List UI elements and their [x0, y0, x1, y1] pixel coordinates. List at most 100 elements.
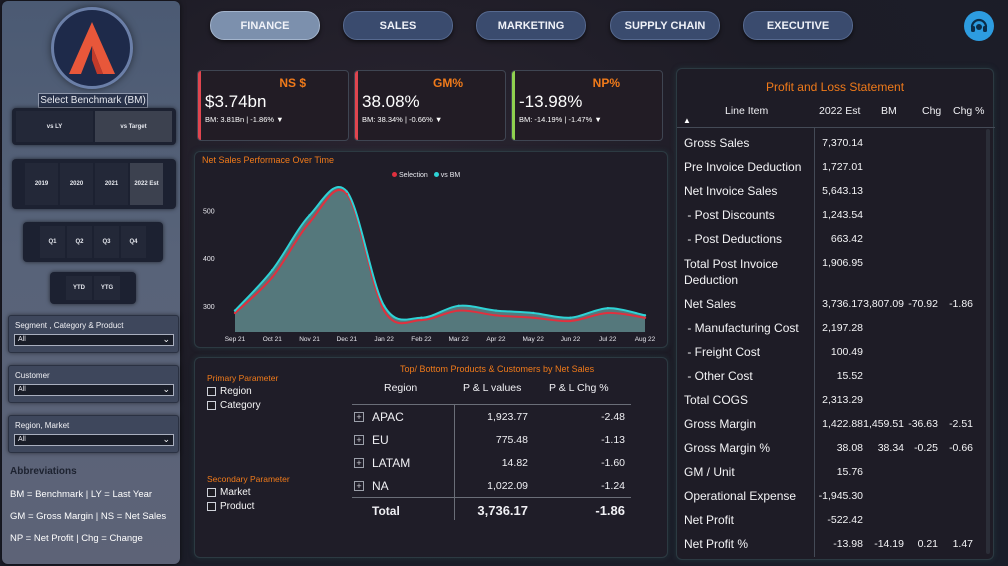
total-label: Total: [372, 504, 400, 518]
pl-header-chg: Chg: [922, 105, 942, 117]
logo-a-icon: [69, 22, 115, 74]
x-tick-label: Dec 21: [337, 336, 358, 343]
expand-plus-icon[interactable]: +: [354, 481, 364, 491]
pl-line-item: Pre Invoice Deduction: [684, 160, 802, 174]
benchmark-label: Select Benchmark (BM): [38, 93, 148, 108]
data-point-selection: [420, 318, 423, 322]
pl-header-chg-pct: Chg %: [953, 105, 985, 117]
quarter-q3-button[interactable]: Q3: [94, 226, 119, 258]
year-2021-button[interactable]: 2021: [95, 163, 128, 205]
pl-line-item: Total Post Invoice Deduction: [684, 257, 782, 287]
kpi-net-profit-card: NP% -13.98% BM: -14.19% | -1.47% ▼: [511, 70, 663, 141]
primary-parameter-label: Primary Parameter: [207, 373, 279, 383]
pl-line-item: Gross Sales: [684, 136, 750, 150]
net-sales-chart-panel: Net Sales Performace Over Time Selection…: [194, 151, 668, 348]
pl-value-est: 1,243.54: [822, 209, 863, 221]
checkbox-box: [207, 401, 216, 410]
region-chg: -1.60: [601, 457, 625, 469]
kpi-benchmark-text: BM: -14.19% | -1.47% ▼: [519, 115, 602, 124]
pl-header-line-item: Line Item: [725, 105, 769, 117]
pl-row: Total COGS 2,313.29: [677, 393, 993, 417]
pl-scrollbar[interactable]: [986, 129, 990, 554]
pl-value-est: 100.49: [830, 346, 863, 358]
tab-sales[interactable]: SALES: [343, 11, 453, 40]
year-2020-button[interactable]: 2020: [60, 163, 93, 205]
table-row[interactable]: + NA 1,022.09 -1.24: [195, 479, 667, 497]
expand-plus-icon[interactable]: +: [354, 412, 364, 422]
region-value: 1,022.09: [487, 480, 528, 492]
pl-value-est: 3,736.17: [822, 298, 863, 310]
data-point-vs-bm: [494, 309, 498, 312]
benchmark-vs-ly-button[interactable]: vs LY: [16, 111, 93, 142]
tab-supply-chain[interactable]: SUPPLY CHAIN: [610, 11, 720, 40]
pl-value-est: 7,370.14: [822, 137, 863, 149]
period-ytg-button[interactable]: YTG: [94, 276, 120, 300]
data-point-vs-bm: [643, 314, 647, 317]
data-point-vs-bm: [457, 304, 460, 308]
column-header-region: Region: [384, 382, 418, 394]
data-point-selection: [382, 309, 386, 312]
kpi-benchmark-text: BM: 38.34% | -0.66% ▼: [362, 115, 443, 124]
total-value: 3,736.17: [477, 503, 528, 518]
checkbox-label: Product: [220, 501, 255, 512]
region-name: EU: [372, 433, 389, 447]
quarter-q2-button[interactable]: Q2: [67, 226, 92, 258]
region-filter-select[interactable]: All ⌄: [14, 434, 174, 446]
data-point-selection: [308, 221, 311, 224]
pl-statement-panel: Profit and Loss Statement Line Item 2022…: [676, 68, 995, 560]
pl-value-est: -522.42: [827, 514, 863, 526]
kpi-value: $3.74bn: [205, 92, 267, 111]
year-2019-button[interactable]: 2019: [25, 163, 58, 205]
tab-executive[interactable]: EXECUTIVE: [743, 11, 853, 40]
benchmark-vs-target-button[interactable]: vs Target: [95, 111, 172, 142]
abbreviation-line: NP = Net Profit | Chg = Change: [10, 533, 143, 544]
x-tick-label: Mar 22: [449, 336, 470, 343]
pl-value-est: 15.52: [836, 370, 863, 382]
pl-line-item: Net Profit %: [684, 537, 749, 551]
expand-plus-icon[interactable]: +: [354, 435, 364, 445]
expand-plus-icon[interactable]: +: [354, 458, 364, 468]
x-tick-label: Nov 21: [299, 336, 320, 343]
period-ytd-button[interactable]: YTD: [66, 276, 92, 300]
pl-value-chg: -0.25: [914, 442, 938, 454]
region-name: LATAM: [372, 456, 411, 470]
support-headset-icon[interactable]: [964, 11, 994, 41]
region-filter: Region, Market All ⌄: [8, 415, 179, 453]
quarter-q1-button[interactable]: Q1: [40, 226, 65, 258]
segment-filter-select[interactable]: All ⌄: [14, 334, 174, 346]
tab-finance[interactable]: FINANCE: [210, 11, 320, 40]
pl-value-chgp: -2.51: [949, 418, 973, 430]
data-point-vs-bm: [569, 316, 572, 319]
x-tick-label: Jan 22: [374, 336, 394, 343]
y-tick-label: 400: [203, 256, 215, 263]
total-chg: -1.86: [595, 503, 625, 518]
quarter-q4-button[interactable]: Q4: [121, 226, 146, 258]
table-row[interactable]: + LATAM 14.82 -1.60: [195, 456, 667, 474]
region-value: 1,923.77: [487, 411, 528, 423]
data-point-vs-bm: [271, 268, 274, 272]
pl-value-chgp: 1.47: [952, 538, 973, 550]
x-tick-label: Aug 22: [635, 336, 656, 343]
pl-row: - Freight Cost 100.49: [677, 345, 993, 369]
region-filter-value: All: [18, 436, 26, 443]
secondary-product-checkbox[interactable]: Product: [207, 501, 254, 512]
company-logo: [51, 7, 133, 89]
x-tick-label: Jul 22: [599, 336, 617, 343]
tab-marketing[interactable]: MARKETING: [476, 11, 586, 40]
table-row[interactable]: + APAC 1,923.77 -2.48: [195, 410, 667, 428]
year-2022-est-button[interactable]: 2022 Est: [130, 163, 163, 205]
pl-line-item: GM / Unit: [684, 465, 735, 479]
customer-filter-select[interactable]: All ⌄: [14, 384, 174, 396]
table-row[interactable]: + EU 775.48 -1.13: [195, 433, 667, 451]
pl-row: Total Post Invoice Deduction 1,906.95: [677, 256, 993, 296]
pl-line-item: - Post Deductions: [684, 232, 783, 246]
pl-value-est: 5,643.13: [822, 185, 863, 197]
sidebar: Select Benchmark (BM) vs LY vs Target 20…: [2, 1, 180, 564]
sort-ascending-icon[interactable]: ▲: [683, 116, 691, 125]
primary-region-checkbox[interactable]: Region: [207, 386, 252, 397]
period-selector: YTD YTG: [50, 272, 136, 304]
region-chg: -1.13: [601, 434, 625, 446]
region-filter-label: Region, Market: [15, 421, 70, 430]
pl-value-chgp: -1.86: [949, 298, 973, 310]
pl-value-chg: -70.92: [908, 298, 938, 310]
